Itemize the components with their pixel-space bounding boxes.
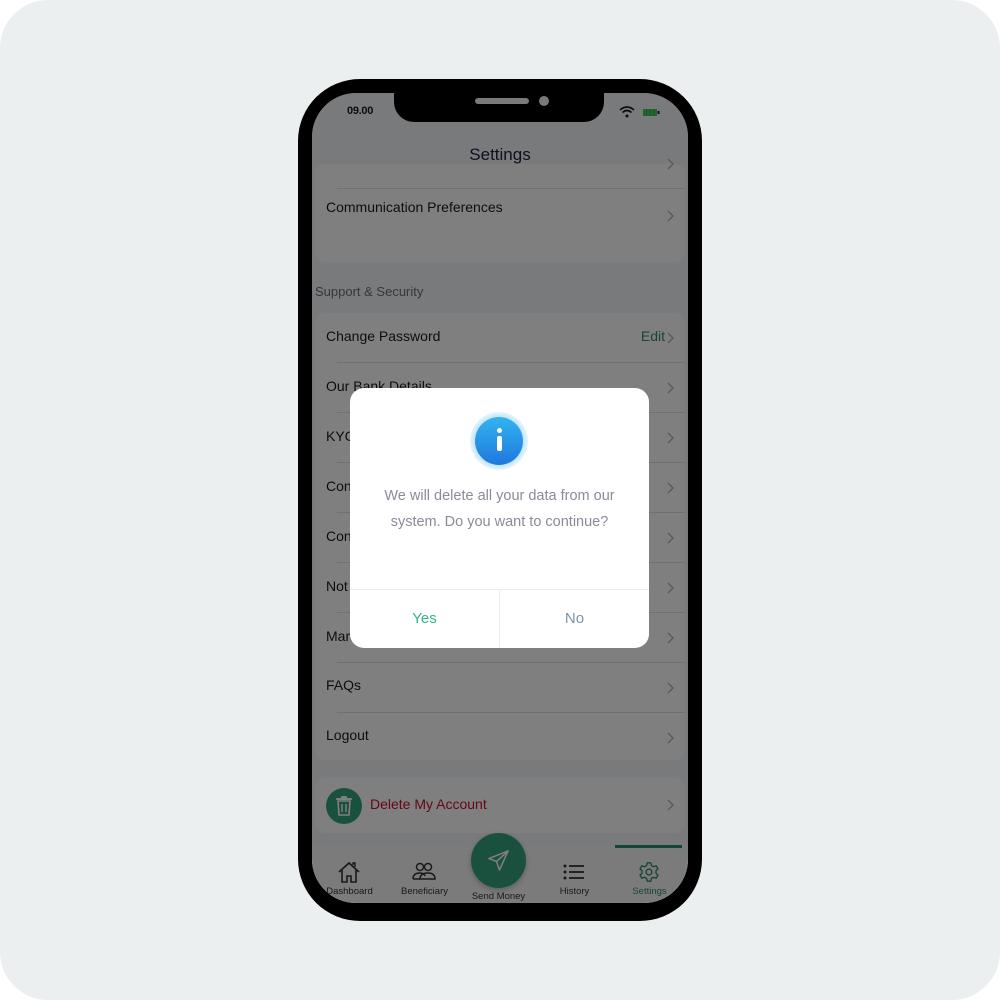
dialog-message: We will delete all your data from our sy…	[384, 488, 615, 530]
confirm-delete-dialog: We will delete all your data from our sy…	[350, 388, 649, 648]
info-icon	[475, 417, 523, 465]
app-screen: 09.00 Settings Comm	[312, 93, 688, 903]
background: 09.00 Settings Comm	[0, 0, 1000, 1000]
info-icon-dot	[496, 428, 502, 433]
no-button[interactable]: No	[500, 590, 649, 648]
yes-button[interactable]: Yes	[350, 590, 499, 648]
info-icon-bar	[496, 436, 502, 451]
phone-frame: 09.00 Settings Comm	[298, 79, 702, 921]
